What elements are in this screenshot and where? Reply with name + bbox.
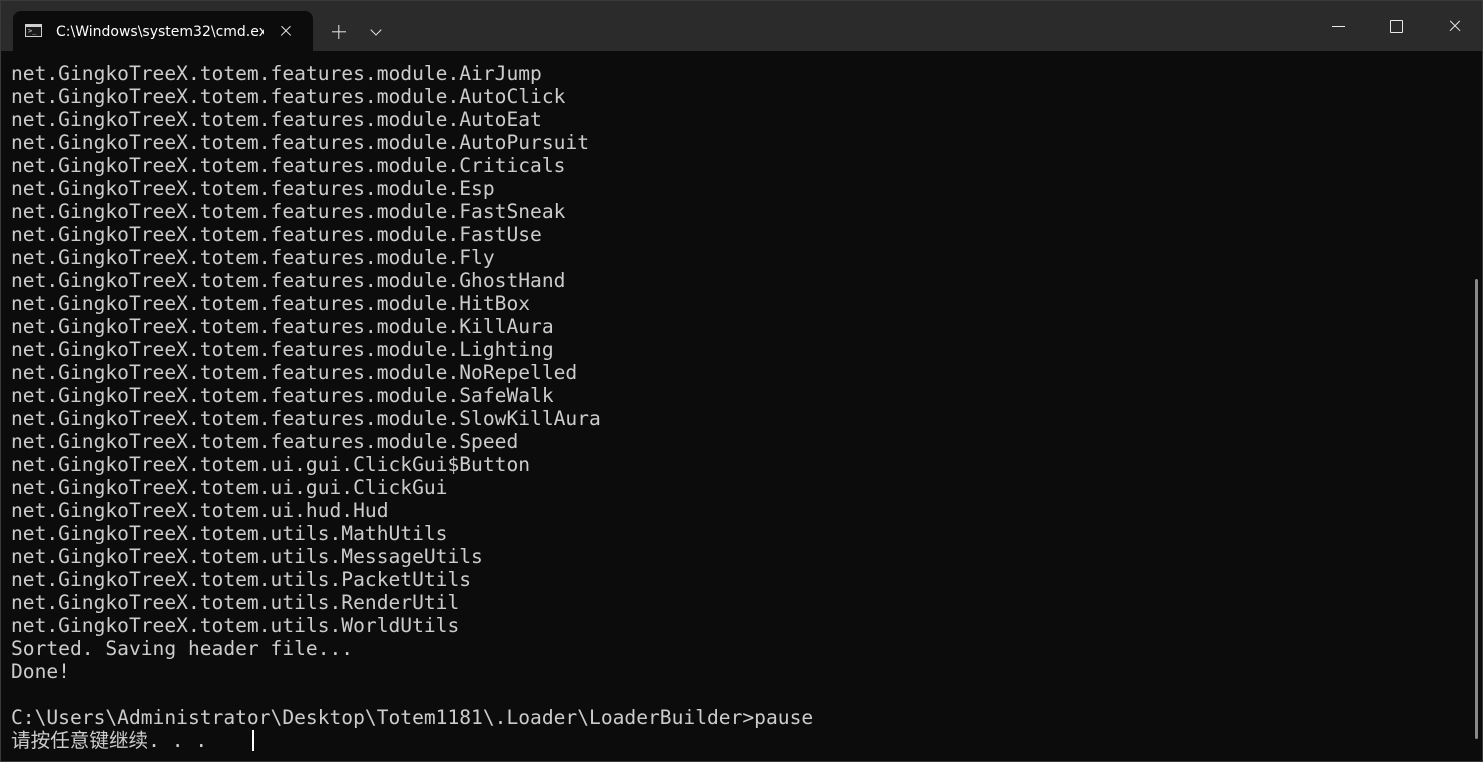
- console-line: net.GingkoTreeX.totem.features.module.Fl…: [11, 246, 495, 269]
- scrollbar[interactable]: [1471, 51, 1482, 761]
- scrollbar-thumb[interactable]: [1475, 279, 1478, 739]
- console-output[interactable]: net.GingkoTreeX.totem.features.module.Ai…: [1, 51, 1471, 761]
- close-icon: [280, 25, 292, 37]
- chevron-down-icon: [370, 24, 382, 36]
- console-line: net.GingkoTreeX.totem.features.module.Cr…: [11, 154, 566, 177]
- terminal-icon-glyph: >_: [28, 27, 37, 35]
- maximize-icon: [1390, 20, 1403, 33]
- console-line: net.GingkoTreeX.totem.features.module.Au…: [11, 131, 590, 154]
- console-line: net.GingkoTreeX.totem.features.module.Ki…: [11, 315, 554, 338]
- console-line: net.GingkoTreeX.totem.utils.MessageUtils: [11, 545, 483, 568]
- console-line: net.GingkoTreeX.totem.features.module.Sl…: [11, 407, 601, 430]
- console-line: net.GingkoTreeX.totem.features.module.Ai…: [11, 62, 542, 85]
- maximize-button[interactable]: [1368, 1, 1425, 51]
- console-line: net.GingkoTreeX.totem.features.module.Fa…: [11, 200, 566, 223]
- console-line: Done!: [11, 660, 70, 683]
- tab-title: C:\Windows\system32\cmd.exe: [56, 24, 264, 40]
- console-line: net.GingkoTreeX.totem.features.module.Sp…: [11, 430, 519, 453]
- plus-icon: [323, 17, 355, 47]
- console-line: net.GingkoTreeX.totem.features.module.Li…: [11, 338, 554, 361]
- console-line: net.GingkoTreeX.totem.ui.gui.ClickGui$Bu…: [11, 453, 531, 476]
- console-line: net.GingkoTreeX.totem.utils.WorldUtils: [11, 614, 460, 637]
- minimize-icon: [1332, 26, 1345, 28]
- console-line: net.GingkoTreeX.totem.features.module.Fa…: [11, 223, 542, 246]
- console-line: net.GingkoTreeX.totem.utils.RenderUtil: [11, 591, 460, 614]
- console-line: 请按任意键继续. . .: [11, 729, 208, 752]
- console-line: net.GingkoTreeX.totem.utils.MathUtils: [11, 522, 448, 545]
- new-tab-button[interactable]: [323, 17, 355, 47]
- console-line: net.GingkoTreeX.totem.features.module.Au…: [11, 85, 566, 108]
- tab-close-button[interactable]: [276, 21, 296, 41]
- tab-dropdown-button[interactable]: [361, 17, 393, 47]
- console-line: net.GingkoTreeX.totem.features.module.Es…: [11, 177, 495, 200]
- console-line: net.GingkoTreeX.totem.ui.gui.ClickGui: [11, 476, 448, 499]
- text-cursor: [252, 730, 254, 751]
- console-line: net.GingkoTreeX.totem.features.module.Gh…: [11, 269, 566, 292]
- close-window-button[interactable]: [1426, 1, 1482, 51]
- tab-cmd[interactable]: >_ C:\Windows\system32\cmd.exe: [13, 11, 313, 51]
- console-line: net.GingkoTreeX.totem.features.module.Sa…: [11, 384, 554, 407]
- console-line: net.GingkoTreeX.totem.ui.hud.Hud: [11, 499, 389, 522]
- console-line: net.GingkoTreeX.totem.utils.PacketUtils: [11, 568, 472, 591]
- console-line: C:\Users\Administrator\Desktop\Totem1181…: [11, 706, 814, 729]
- terminal-icon: >_: [25, 24, 42, 37]
- console-line: net.GingkoTreeX.totem.features.module.No…: [11, 361, 578, 384]
- console-line: Sorted. Saving header file...: [11, 637, 354, 660]
- title-bar: >_ C:\Windows\system32\cmd.exe: [1, 1, 1482, 51]
- minimize-button[interactable]: [1310, 1, 1367, 51]
- console-line: net.GingkoTreeX.totem.features.module.Au…: [11, 108, 542, 131]
- console-line: net.GingkoTreeX.totem.features.module.Hi…: [11, 292, 531, 315]
- close-icon: [1448, 19, 1462, 33]
- terminal-window: >_ C:\Windows\system32\cmd.exe net.Gingk…: [0, 0, 1483, 762]
